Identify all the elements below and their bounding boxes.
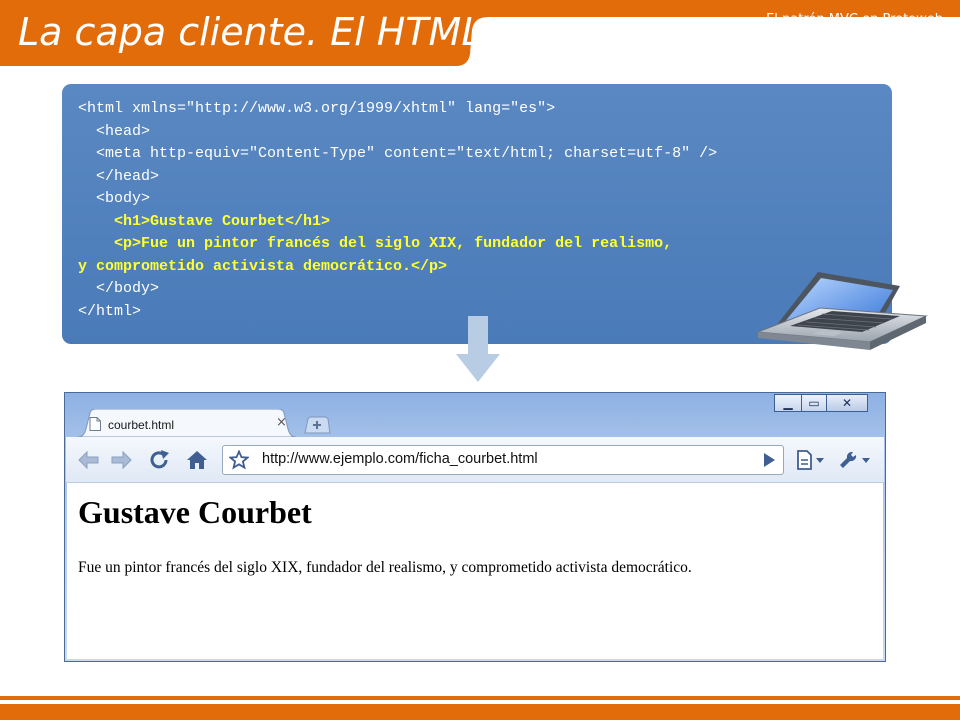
footer-rule [0,696,960,720]
wrench-menu-button[interactable] [836,446,874,474]
window-controls: ▁ ▭ ✕ [774,394,868,412]
maximize-button[interactable]: ▭ [801,394,827,412]
code-line-2: <head> [96,122,151,140]
code-line-9: </body> [96,280,160,297]
go-button[interactable] [758,446,780,474]
page-menu-button[interactable] [794,446,828,474]
code-line-10: </html> [78,302,142,320]
down-arrow-icon [456,316,500,382]
code-line-4: </head> [96,167,160,185]
slide-title: La capa cliente. El HTML [18,10,483,54]
code-line-3: <meta http-equiv="Content-Type" content=… [96,145,718,162]
forward-button[interactable] [106,446,136,474]
wrench-menu-icon [840,451,870,468]
page-icon [89,417,101,431]
code-line-5: <body> [96,190,151,207]
code-line-8: y comprometido activista democrático.</p… [78,257,448,275]
laptop-icon [757,272,928,350]
star-icon [229,450,249,470]
minimize-button[interactable]: ▁ [774,394,802,412]
forward-icon [111,450,132,470]
tab-title: courbet.html [108,418,175,432]
back-icon [78,450,99,470]
code-line-7: <p>Fue un pintor francés del siglo XIX, … [114,235,673,252]
reload-button[interactable] [144,446,174,474]
back-button[interactable] [70,446,108,474]
new-tab-button[interactable] [303,416,331,434]
page-menu-icon [797,450,824,470]
url-text: http://www.ejemplo.com/ficha_courbet.htm… [262,451,538,467]
code-line-1: <html xmlns="http://www.w3.org/1999/xhtm… [78,100,556,117]
page-heading: Gustave Courbet [78,494,312,530]
reload-icon [150,450,169,469]
slide-corner-caption: El patrón MVC en Protoweb [766,12,943,27]
home-icon [187,451,207,469]
page-paragraph: Fue un pintor francés del siglo XIX, fun… [78,559,692,576]
code-listing: <html xmlns="http://www.w3.org/1999/xhtm… [78,98,717,323]
bookmark-star-button[interactable] [226,446,252,474]
close-window-button[interactable]: ✕ [826,394,868,412]
home-button[interactable] [182,446,212,474]
go-icon [764,453,775,467]
code-line-6: <h1>Gustave Courbet</h1> [114,212,331,230]
tab-close-button[interactable]: × [276,415,287,430]
